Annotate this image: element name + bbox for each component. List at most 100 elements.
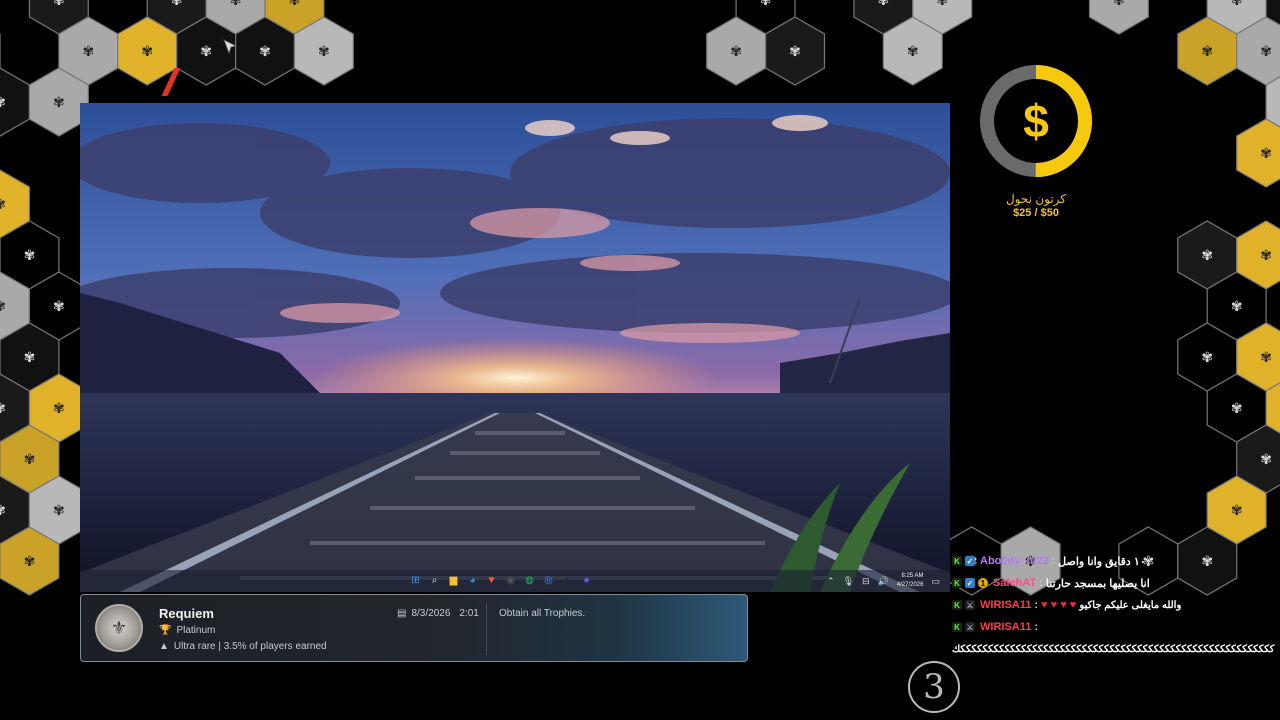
fly-icon: ✾ <box>230 0 242 9</box>
chat-username: SalehAT <box>993 577 1037 589</box>
chat-message: K ⚔ WIRISA11 : ♥ ♥ ♥ ♥ والله مايغلى عليك… <box>952 594 1252 616</box>
volume-icon[interactable]: 🔊 <box>878 576 889 587</box>
fly-icon: ✾ <box>53 0 65 9</box>
chat-separator: : <box>1051 555 1056 567</box>
fly-icon: ✾ <box>730 44 742 60</box>
fly-icon: ✾ <box>289 0 301 9</box>
trophy-grade: 🏆 Platinum <box>159 625 216 636</box>
fly-icon: ✾ <box>1113 0 1125 9</box>
taskbar-clock[interactable]: 8:25 AM 4/27/2026 <box>897 572 924 590</box>
notification-icon[interactable]: ▭ <box>931 576 940 587</box>
fly-icon: ✾ <box>1201 350 1213 366</box>
system-tray: ⌃ 🎙 ⊟ 🔊 8:25 AM 4/27/2026 ▭ <box>827 572 940 590</box>
fly-icon: ✾ <box>259 44 271 60</box>
sword-badge-icon: ⚔ <box>965 622 975 632</box>
fly-icon: ✾ <box>24 350 36 366</box>
fly-icon: ✾ <box>1260 44 1272 60</box>
fly-icon: ✾ <box>53 299 65 315</box>
hex-tile <box>1236 118 1280 188</box>
kick-badge-icon: K <box>952 622 962 632</box>
trophy-date: ▤ 8/3/2026 2:01 <box>397 608 479 619</box>
edge-icon[interactable]: ◕ <box>465 573 480 588</box>
windows-start-icon[interactable]: ⊞ <box>408 573 423 588</box>
trophy-divider <box>486 603 487 655</box>
trophy-cup-icon: 🏆 <box>159 625 172 636</box>
fly-icon: ✾ <box>0 503 6 519</box>
discord-icon[interactable]: ● <box>579 573 594 588</box>
steam-icon[interactable]: ◐ <box>560 573 575 588</box>
watermark-number-3: 3 <box>908 661 960 713</box>
chat-username: WIRISA11 <box>980 621 1032 633</box>
fly-icon: ✾ <box>0 197 6 213</box>
trophy-rarity: ▲ Ultra rare | 3.5% of players earned <box>159 641 327 652</box>
fly-icon: ✾ <box>141 44 153 60</box>
chat-separator: : <box>1034 599 1039 611</box>
chat-message-continuation: كككككككككككككككككككككككككككككككككككككككك… <box>952 643 1275 655</box>
kick-badge-icon: K <box>952 556 962 566</box>
fly-icon: ✾ <box>789 44 801 60</box>
mouse-cursor-icon <box>222 38 240 61</box>
verified-badge-icon: ✓ <box>965 578 975 588</box>
fly-icon: ✾ <box>1260 248 1272 264</box>
fly-icon: ✾ <box>53 401 65 417</box>
chat-message: K ✓ 1 SalehAT : انا يصليها بمسجد حارتنا <box>952 572 1252 594</box>
chat-message: K ⚔ WIRISA11 : <box>952 616 1252 638</box>
mic-icon[interactable]: 🎙 <box>843 576 854 587</box>
trophy-title: Requiem <box>159 606 214 621</box>
trophy-notification: ⚜ Requiem 🏆 Platinum ▲ Ultra rare | 3.5%… <box>80 594 748 662</box>
heart-icon: ♥ ♥ ♥ ♥ <box>1041 599 1077 611</box>
file-explorer-icon[interactable]: ▆ <box>446 573 461 588</box>
chat-message: K ✓ Abo0dy_m22 : ١٠ دقايق وانا واصل <box>952 550 1252 572</box>
trophy-description: Obtain all Trophies. <box>499 608 586 619</box>
goal-amount: $25 / $50 <box>1013 207 1059 219</box>
chrome-icon[interactable]: ◎ <box>541 573 556 588</box>
fly-icon: ✾ <box>53 95 65 111</box>
screen-capture: ⊞ ⌕ ▆ ◕ ▼ ◉ ◍ ◎ ◐ ● ⌃ 🎙 ⊟ 🔊 8:25 AM 4/27/2026 ▭ <box>80 103 950 592</box>
fly-icon: ✾ <box>24 452 36 468</box>
chevron-up-icon[interactable]: ⌃ <box>827 576 835 587</box>
chat-username: WIRISA11 <box>980 599 1032 611</box>
fly-icon: ✾ <box>53 503 65 519</box>
chat-username: Abo0dy_m22 <box>980 555 1049 567</box>
fly-icon: ✾ <box>936 0 948 9</box>
sub-badge-icon: 1 <box>978 578 988 588</box>
fly-icon: ✾ <box>318 44 330 60</box>
chat-text: والله مايغلى عليكم جاكيو <box>1079 599 1182 611</box>
fly-icon: ✾ <box>1231 401 1243 417</box>
fly-icon: ✾ <box>1260 146 1272 162</box>
spotify-icon[interactable]: ◍ <box>522 573 537 588</box>
fly-icon: ✾ <box>0 299 6 315</box>
chat-text: ١٠ دقايق وانا واصل <box>1058 555 1146 568</box>
fly-icon: ✾ <box>0 95 6 111</box>
fly-icon: ✾ <box>1231 0 1243 9</box>
fly-icon: ✾ <box>1260 350 1272 366</box>
donation-goal-widget: $ كرتون نحول $25 / $50 <box>976 62 1096 219</box>
trophy-badge-icon: ⚜ <box>95 604 143 652</box>
chat-overlay: K ✓ Abo0dy_m22 : ١٠ دقايق وانا واصل K ✓ … <box>952 550 1275 660</box>
fly-icon: ✾ <box>1231 299 1243 315</box>
verified-badge-icon: ✓ <box>965 556 975 566</box>
fly-icon: ✾ <box>0 401 6 417</box>
chat-separator: : <box>1034 621 1039 633</box>
search-icon[interactable]: ⌕ <box>427 573 442 588</box>
obs-icon[interactable]: ◉ <box>503 573 518 588</box>
rarity-icon: ▲ <box>159 641 169 652</box>
fly-icon: ✾ <box>171 0 183 9</box>
fly-icon: ✾ <box>24 248 36 264</box>
sword-badge-icon: ⚔ <box>965 600 975 610</box>
dollar-icon: $ <box>1023 95 1049 147</box>
fly-icon: ✾ <box>1231 503 1243 519</box>
fly-icon: ✾ <box>82 44 94 60</box>
fly-icon: ✾ <box>24 554 36 570</box>
fly-icon: ✾ <box>1201 44 1213 60</box>
fly-icon: ✾ <box>1201 248 1213 264</box>
goal-name: كرتون نحول <box>1005 192 1067 206</box>
kick-badge-icon: K <box>952 600 962 610</box>
goal-progress-ring: $ <box>977 62 1095 180</box>
network-icon[interactable]: ⊟ <box>862 576 870 587</box>
fly-icon: ✾ <box>760 0 772 9</box>
chat-text: انا يصليها بمسجد حارتنا <box>1045 577 1150 590</box>
calendar-icon: ▤ <box>397 608 407 619</box>
brave-icon[interactable]: ▼ <box>484 573 499 588</box>
kick-badge-icon: K <box>952 578 962 588</box>
